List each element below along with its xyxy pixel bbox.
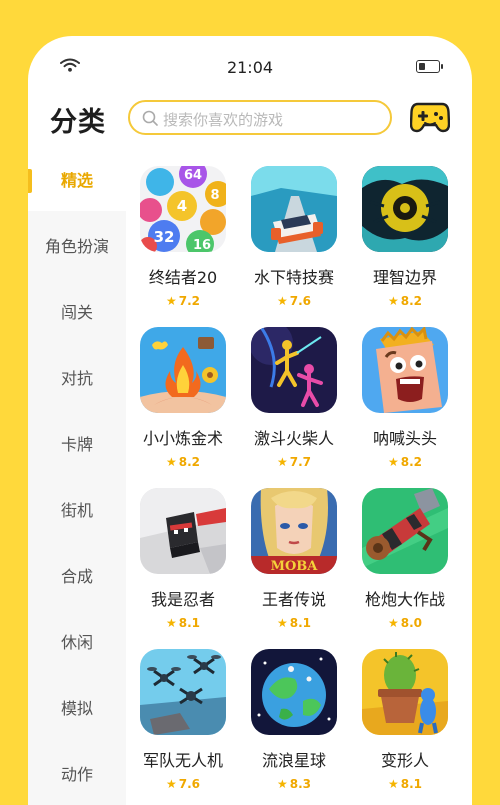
game-card[interactable]: 我是忍者 ★ 8.1 [129,488,237,630]
number-balls-icon: 64 4 8 32 16 [140,166,226,252]
game-name: 枪炮大作战 [364,590,445,609]
star-icon: ★ [387,777,399,791]
ball-label: 32 [154,228,175,246]
page-title: 分类 [50,107,106,138]
search-placeholder: 搜索你喜欢的游戏 [163,111,284,129]
game-rating: ★ 8.3 [276,777,312,791]
sidebar-item-casual[interactable]: 休闲 [28,613,126,673]
shouting-head-icon [362,327,448,413]
phone-screen: 21:04 分类 搜索你喜欢的游戏 精选 角色扮演 闯关 对抗 卡牌 街机 合成… [28,36,472,805]
gamepad-icon[interactable] [410,100,450,134]
star-icon: ★ [276,616,288,630]
game-name: 小小炼金术 [142,429,223,448]
star-icon: ★ [387,455,399,469]
star-icon: ★ [387,616,399,630]
game-card[interactable]: 理智边界 ★ 8.2 [351,166,459,308]
ball-label: 4 [177,197,187,215]
sidebar-item-rpg[interactable]: 角色扮演 [28,217,126,277]
sidebar-item-versus[interactable]: 对抗 [28,349,126,409]
stickman-icon [251,327,337,413]
star-icon: ★ [165,777,177,791]
game-card[interactable]: 呐喊头头 ★ 8.2 [351,327,459,469]
game-card[interactable]: 水下特技赛 ★ 7.6 [240,166,348,308]
game-card[interactable]: 枪炮大作战 ★ 8.0 [351,488,459,630]
sidebar-item-label: 精选 [60,171,93,190]
sidebar-item-label: 对抗 [60,369,93,388]
game-rating: ★ 8.1 [387,777,423,791]
sidebar-item-label: 休闲 [60,633,93,652]
sidebar-item-label: 闯关 [60,303,93,322]
game-rating: ★ 7.2 [165,294,201,308]
game-card[interactable]: 流浪星球 ★ 8.3 [240,649,348,791]
sidebar-item-label: 角色扮演 [44,237,109,256]
game-name: 我是忍者 [150,590,215,609]
game-name: 流浪星球 [261,751,326,770]
game-name: 军队无人机 [142,751,223,770]
game-rating: ★ 7.7 [276,455,312,469]
battery-icon [416,60,443,73]
status-bar: 21:04 [28,36,472,100]
sidebar-item-featured[interactable]: 精选 [28,151,126,211]
star-icon: ★ [165,294,177,308]
yellow-eye-icon [362,166,448,252]
clock: 21:04 [226,58,274,77]
game-name: 王者传说 [261,590,326,609]
sidebar-item-action[interactable]: 动作 [28,745,126,805]
game-rating: ★ 8.2 [387,455,423,469]
game-name: 水下特技赛 [253,268,334,287]
star-icon: ★ [276,777,288,791]
game-name: 变形人 [380,751,429,770]
game-card[interactable]: 激斗火柴人 ★ 7.7 [240,327,348,469]
game-name: 理智边界 [372,268,437,287]
star-icon: ★ [165,455,177,469]
game-rating: ★ 8.1 [165,616,201,630]
sidebar-item-label: 卡牌 [60,435,93,454]
race-car-icon [251,166,337,252]
cannon-icon [362,488,448,574]
moba-logo-text: MOBA [271,559,319,574]
sidebar-item-label: 合成 [60,567,93,586]
sidebar-item-simulation[interactable]: 模拟 [28,679,126,739]
heroine-icon: MOBA [251,488,337,574]
cactus-pot-icon [362,649,448,735]
star-icon: ★ [387,294,399,308]
sidebar-item-cards[interactable]: 卡牌 [28,415,126,475]
game-rating: ★ 8.1 [276,616,312,630]
game-rating: ★ 8.2 [387,294,423,308]
ball-label: 16 [193,238,211,252]
game-rating: ★ 8.0 [387,616,423,630]
game-grid: 64 4 8 32 16 终结者20 ★ 7.2 水下特技赛 ★ 7.6 理智边… [126,151,472,805]
star-icon: ★ [276,294,288,308]
game-card[interactable]: 军队无人机 ★ 7.6 [129,649,237,791]
star-icon: ★ [276,455,288,469]
sidebar-item-label: 街机 [60,501,93,520]
ball-label: 64 [184,168,202,183]
game-name: 呐喊头头 [372,429,437,448]
ninja-cube-icon [140,488,226,574]
star-icon: ★ [165,616,177,630]
ball-label: 8 [210,188,219,203]
game-card[interactable]: MOBA 王者传说 ★ 8.1 [240,488,348,630]
sidebar-item-arcade[interactable]: 街机 [28,481,126,541]
sidebar-item-merge[interactable]: 合成 [28,547,126,607]
active-indicator [28,169,32,193]
search-input[interactable]: 搜索你喜欢的游戏 [128,100,392,135]
category-sidebar: 精选 角色扮演 闯关 对抗 卡牌 街机 合成 休闲 模拟 动作 [28,151,126,805]
game-card[interactable]: 64 4 8 32 16 终结者20 ★ 7.2 [129,166,237,308]
game-card[interactable]: 小小炼金术 ★ 8.2 [129,327,237,469]
alchemy-fire-icon [140,327,226,413]
game-name: 终结者20 [148,268,218,287]
sidebar-item-label: 动作 [60,765,93,784]
planet-icon [251,649,337,735]
game-rating: ★ 7.6 [165,777,201,791]
game-card[interactable]: 变形人 ★ 8.1 [351,649,459,791]
game-rating: ★ 7.6 [276,294,312,308]
search-icon [142,110,158,126]
sidebar-item-levels[interactable]: 闯关 [28,283,126,343]
game-name: 激斗火柴人 [253,429,334,448]
drones-icon [140,649,226,735]
sidebar-item-label: 模拟 [60,699,93,718]
game-rating: ★ 8.2 [165,455,201,469]
